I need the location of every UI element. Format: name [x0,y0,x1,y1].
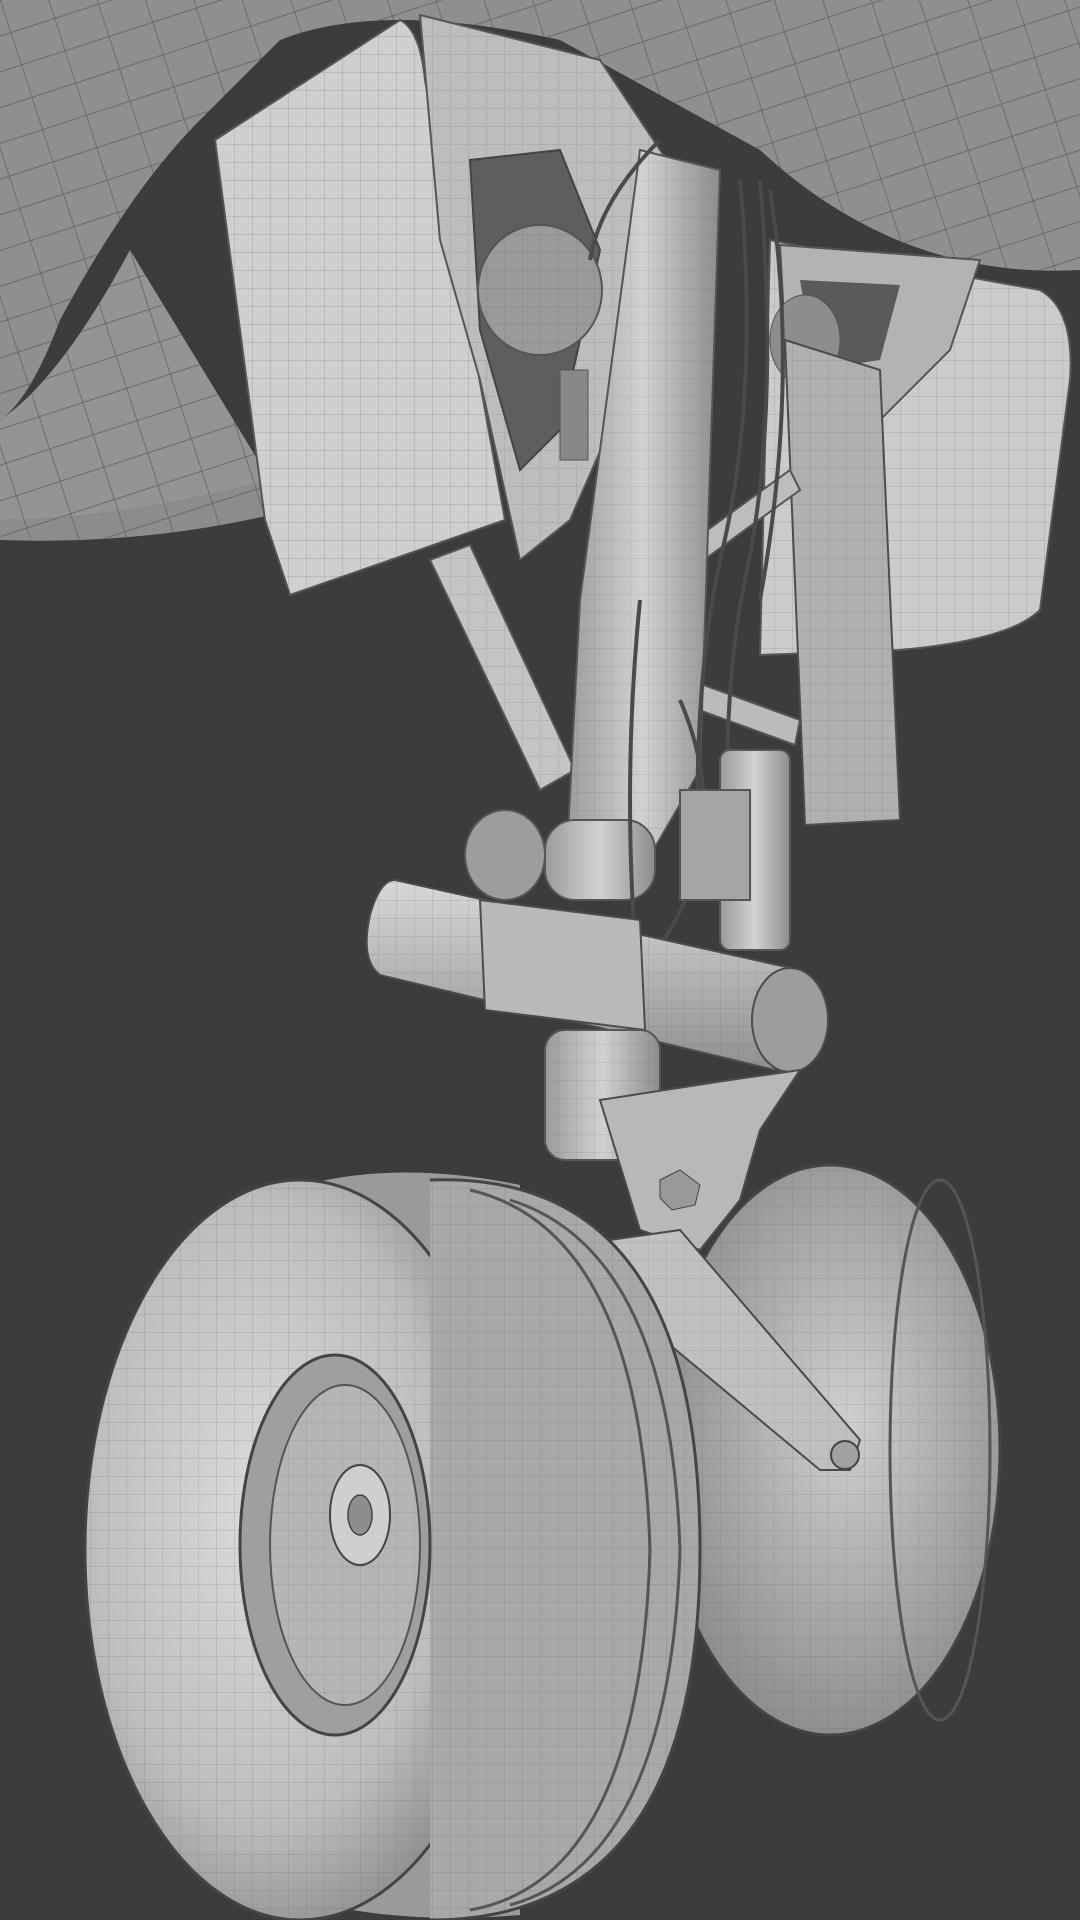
spring-element [559,369,589,461]
side-panel [783,338,902,827]
landing-gear-render [0,0,1080,1920]
viewport-3d[interactable] [0,0,1080,1920]
wheel-hub [238,1353,432,1737]
